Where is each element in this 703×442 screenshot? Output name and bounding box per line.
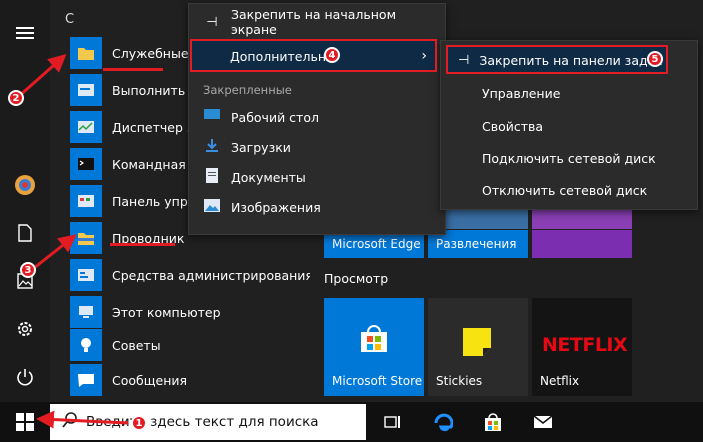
arrow-3: [33, 234, 77, 270]
annotation-badge-4: 4: [324, 47, 340, 63]
arrow-1: [36, 410, 129, 429]
annotation-badge-2: 2: [8, 90, 24, 106]
annotation-badge-1: 1: [131, 415, 147, 431]
arrow-2: [17, 54, 67, 99]
annotation-badge-5: 5: [647, 51, 663, 67]
annotation-badge-3: 3: [20, 262, 36, 278]
annotation-arrows: [17, 54, 129, 429]
